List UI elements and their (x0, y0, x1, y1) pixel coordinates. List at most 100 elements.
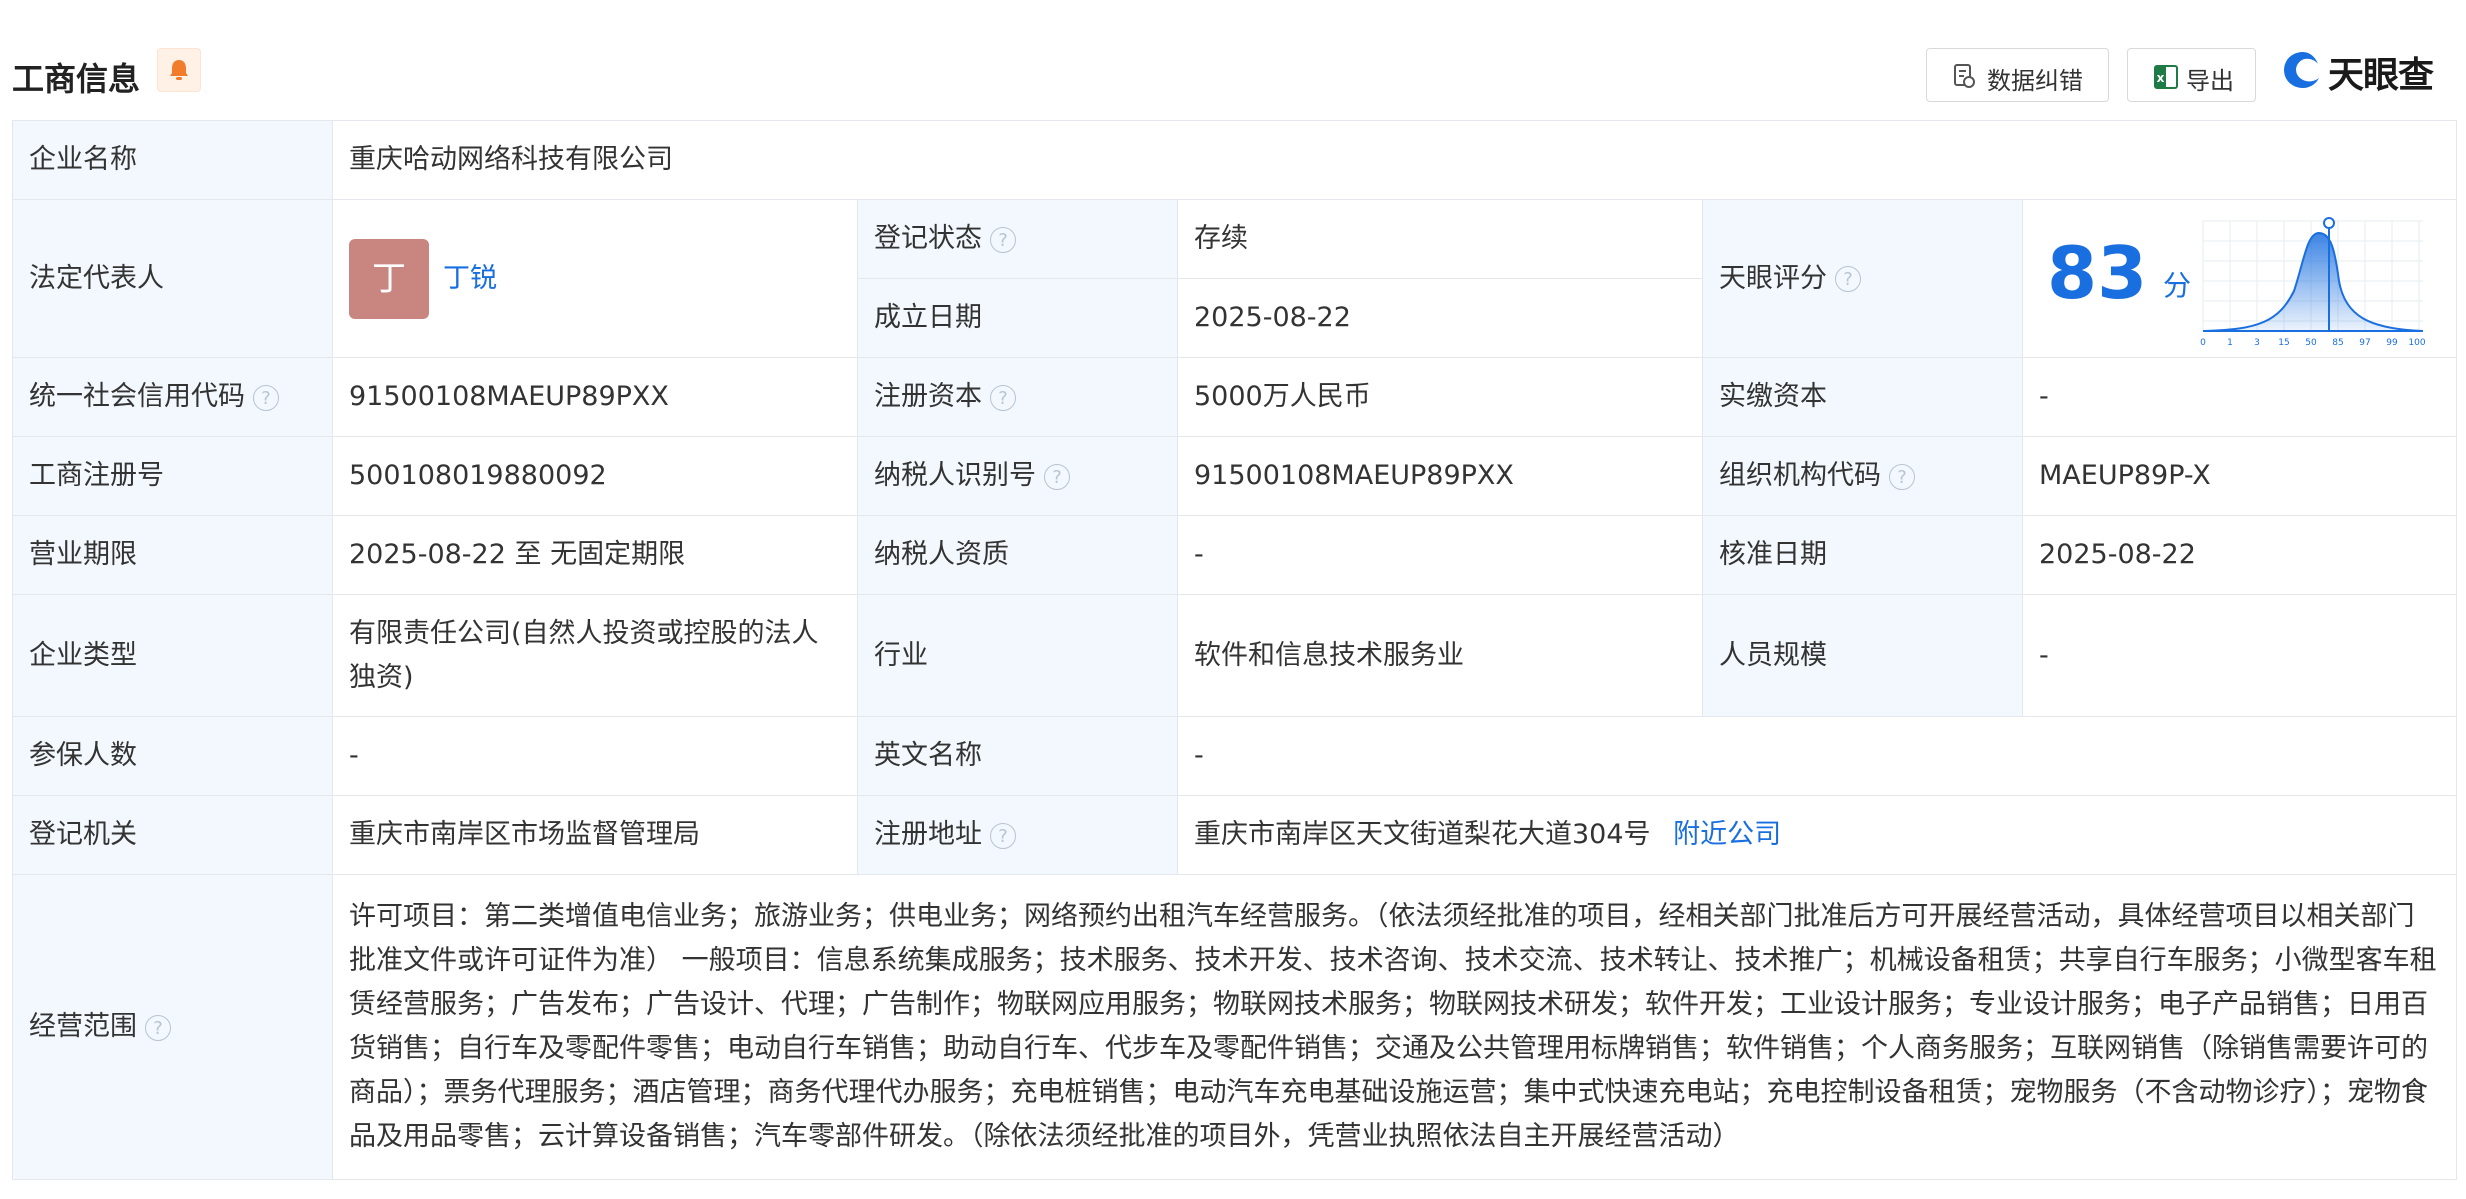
brand-name: 天眼查 (2328, 55, 2434, 96)
score-tick: 1 (2227, 338, 2233, 348)
excel-icon: x (2154, 65, 2178, 89)
paid-capital-label: 实缴资本 (1702, 357, 2023, 437)
help-icon[interactable]: ? (1835, 266, 1861, 292)
score-tick: 50 (2305, 338, 2317, 348)
found-date-label: 成立日期 (857, 278, 1178, 358)
table-row: 企业名称 重庆哈动网络科技有限公司 (12, 120, 2458, 200)
help-icon[interactable]: ? (253, 384, 279, 411)
business-info-table: 企业名称 重庆哈动网络科技有限公司 法定代表人 丁丁锐 登记状态? 存续 天眼评… (12, 120, 2458, 1180)
reg-capital-label: 注册资本 (874, 381, 982, 412)
english-name-value: - (1176, 716, 2458, 796)
taxpayer-id-label-cell: 纳税人识别号? (857, 436, 1178, 516)
org-code-label-cell: 组织机构代码? (1702, 436, 2023, 516)
svg-text:x: x (2157, 71, 2165, 85)
org-code-label: 组织机构代码 (1719, 460, 1881, 491)
term-value: 2025-08-22 至 无固定期限 (332, 515, 858, 595)
bell-icon (170, 60, 188, 80)
avatar[interactable]: 丁 (349, 238, 429, 319)
data-correction-button[interactable]: 数据纠错 (1926, 48, 2109, 102)
credit-code-value: 91500108MAEUP89PXX (332, 357, 858, 437)
score-tick: 15 (2278, 338, 2289, 348)
company-type-label: 企业类型 (12, 594, 333, 717)
legal-rep-label: 法定代表人 (12, 199, 333, 358)
term-label: 营业期限 (12, 515, 333, 595)
taxpayer-qual-value: - (1177, 515, 1703, 595)
staff-size-label: 人员规模 (1702, 594, 2023, 717)
table-row: 经营范围? 许可项目：第二类增值电信业务；旅游业务；供电业务；网络预约出租汽车经… (12, 874, 2458, 1180)
address-label-cell: 注册地址? (857, 795, 1178, 875)
score-cell[interactable]: 83 分 0 1 3 15 50 85 97 99 100 (2021, 199, 2458, 358)
help-icon[interactable]: ? (145, 1014, 171, 1041)
paid-capital-value: - (2021, 357, 2458, 437)
address-cell: 重庆市南岸区天文街道梨花大道304号 附近公司 (1176, 795, 2458, 875)
legal-rep-name-link[interactable]: 丁锐 (443, 263, 497, 294)
score-tick: 99 (2386, 338, 2398, 348)
reg-status-value: 存续 (1177, 199, 1703, 279)
table-row: 参保人数 - 英文名称 - (12, 716, 2458, 796)
business-scope-value: 许可项目：第二类增值电信业务；旅游业务；供电业务；网络预约出租汽车经营服务。（依… (331, 874, 2458, 1180)
address-value: 重庆市南岸区天文街道梨花大道304号 (1194, 819, 1651, 850)
reg-capital-label-cell: 注册资本? (857, 357, 1178, 437)
help-icon[interactable]: ? (1044, 463, 1070, 490)
table-row: 工商注册号 500108019880092 纳税人识别号? 91500108MA… (12, 436, 2458, 516)
found-date-value: 2025-08-22 (1177, 278, 1703, 358)
authority-value: 重庆市南岸区市场监督管理局 (332, 795, 858, 875)
company-name-label: 企业名称 (12, 120, 333, 200)
reg-status-label: 登记状态 (874, 223, 982, 254)
section-title: 工商信息 (12, 60, 141, 98)
nearby-companies-link[interactable]: 附近公司 (1673, 819, 1781, 850)
section-header: 工商信息 数据纠错 x 导出 天眼查 (12, 40, 2456, 104)
export-button[interactable]: x 导出 (2127, 48, 2256, 102)
score-tick: 97 (2359, 338, 2370, 348)
english-name-label: 英文名称 (857, 716, 1178, 796)
table-row: 法定代表人 丁丁锐 登记状态? 存续 天眼评分? 83 分 0 1 3 15 5… (12, 199, 2458, 358)
credit-code-label: 统一社会信用代码 (29, 381, 245, 412)
insured-value: - (332, 716, 858, 796)
tianyancha-logo: 天眼查 (2282, 46, 2456, 96)
taxpayer-qual-label: 纳税人资质 (857, 515, 1178, 595)
export-label: 导出 (2186, 67, 2234, 95)
legal-rep-cell: 丁丁锐 (332, 199, 858, 358)
eye-logo-icon (2284, 52, 2319, 88)
reg-capital-value: 5000万人民币 (1177, 357, 1703, 437)
approve-date-label: 核准日期 (1702, 515, 2023, 595)
reg-status-label-cell: 登记状态? (857, 199, 1178, 279)
help-icon[interactable]: ? (990, 384, 1016, 411)
help-icon[interactable]: ? (990, 226, 1016, 253)
company-type-value: 有限责任公司(自然人投资或控股的法人独资) (332, 594, 858, 717)
score-number: 83 (2047, 230, 2148, 315)
score-label-cell: 天眼评分? (1702, 199, 2023, 358)
org-code-value: MAEUP89P-X (2021, 436, 2458, 516)
score-distribution-chart: 0 1 3 15 50 85 97 99 100 (2200, 216, 2426, 348)
staff-size-value: - (2021, 594, 2458, 717)
scope-label: 经营范围 (29, 1011, 137, 1042)
table-row: 统一社会信用代码? 91500108MAEUP89PXX 注册资本? 5000万… (12, 357, 2458, 437)
score-tick: 100 (2408, 338, 2425, 348)
reg-number-value: 500108019880092 (332, 436, 858, 516)
score-unit: 分 (2163, 268, 2192, 302)
authority-label: 登记机关 (12, 795, 333, 875)
company-name-value: 重庆哈动网络科技有限公司 (331, 120, 2458, 200)
table-row: 企业类型 有限责任公司(自然人投资或控股的法人独资) 行业 软件和信息技术服务业… (12, 594, 2458, 717)
help-icon[interactable]: ? (990, 822, 1016, 849)
score-tick: 3 (2254, 338, 2260, 348)
help-icon[interactable]: ? (1889, 463, 1915, 490)
credit-code-label-cell: 统一社会信用代码? (12, 357, 333, 437)
edit-document-icon (1954, 64, 1975, 88)
approve-date-value: 2025-08-22 (2021, 515, 2458, 595)
reg-number-label: 工商注册号 (12, 436, 333, 516)
industry-value: 软件和信息技术服务业 (1177, 594, 1703, 717)
taxpayer-id-label: 纳税人识别号 (874, 460, 1036, 491)
table-row: 营业期限 2025-08-22 至 无固定期限 纳税人资质 - 核准日期 202… (12, 515, 2458, 595)
subscribe-bell-button[interactable] (157, 48, 201, 92)
taxpayer-id-value: 91500108MAEUP89PXX (1177, 436, 1703, 516)
address-label: 注册地址 (874, 819, 982, 850)
data-correction-label: 数据纠错 (1987, 67, 2083, 95)
score-tick: 0 (2200, 338, 2206, 348)
score-label: 天眼评分 (1719, 262, 1827, 294)
table-row: 登记机关 重庆市南岸区市场监督管理局 注册地址? 重庆市南岸区天文街道梨花大道3… (12, 795, 2458, 875)
scope-label-cell: 经营范围? (12, 874, 333, 1180)
score-tick: 85 (2332, 338, 2343, 348)
industry-label: 行业 (857, 594, 1178, 717)
insured-label: 参保人数 (12, 716, 333, 796)
